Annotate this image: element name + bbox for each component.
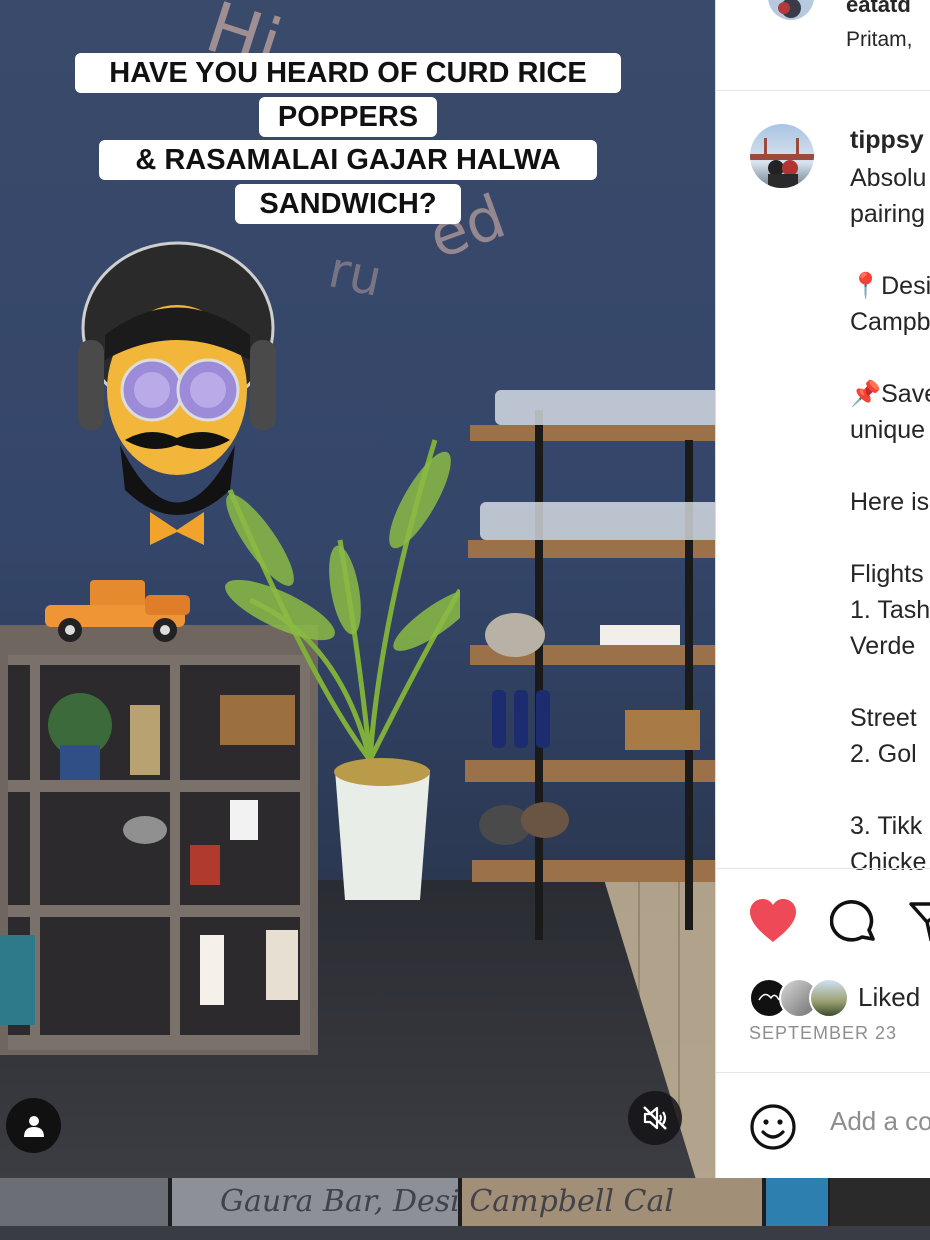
tagged-users-button[interactable] (6, 1098, 61, 1153)
caption-line: Absolu (850, 164, 927, 192)
mute-toggle-button[interactable] (628, 1091, 682, 1145)
caption-line: Campb (850, 308, 930, 336)
liked-by-text[interactable]: Liked (858, 982, 920, 1013)
speaker-muted-icon (643, 1106, 667, 1130)
reel-video[interactable]: Hi ed ru HAVE YOU HEARD OF CURD RICE POP… (0, 0, 715, 1178)
video-caption-line-3: & RASAMALAI GAJAR HALWA (99, 140, 597, 180)
liked-by-avatars[interactable] (749, 978, 853, 1018)
caption-line: unique (850, 416, 926, 444)
post-date[interactable]: SEPTEMBER 23 (749, 1023, 897, 1044)
caption-line (850, 232, 930, 268)
caption-line: 📌Save (850, 380, 930, 408)
author-avatar[interactable] (750, 124, 814, 188)
caption-line (850, 340, 930, 376)
caption-line: Street (850, 704, 917, 732)
video-caption-line-2: POPPERS (259, 97, 437, 137)
caption-line (850, 772, 930, 808)
heart-filled-icon[interactable] (748, 898, 798, 944)
caption-line: 2. Gol (850, 740, 917, 768)
caption-line: 3. Tikk (850, 812, 923, 840)
post-details-panel: eatatd Pritam, tippsy Absolu pairing 📍De… (715, 0, 930, 1178)
add-comment-input[interactable] (830, 1106, 930, 1137)
person-icon (23, 1115, 44, 1137)
caption-line: 📍Desi (850, 272, 930, 300)
caption-line (850, 520, 930, 556)
caption-line: 1. Tash (850, 596, 930, 624)
paper-plane-icon[interactable] (909, 900, 930, 944)
caption-line: Flights (850, 560, 924, 588)
smiley-icon[interactable] (749, 1103, 797, 1151)
strip-overlay-text: Gaura Bar, Desi Campbell Cal (220, 1184, 674, 1219)
thumbnail[interactable] (830, 1178, 930, 1226)
divider (716, 1072, 930, 1073)
thumbnail[interactable] (0, 1178, 168, 1226)
window-bottom-bar (0, 1226, 930, 1240)
video-caption-line-4: SANDWICH? (235, 184, 461, 224)
svg-text:ru: ru (324, 240, 387, 308)
caption-line: Chicke (850, 848, 927, 876)
metal-shelf (465, 390, 715, 940)
thumbnail[interactable] (766, 1178, 828, 1226)
top-comment-text: Pritam, (846, 28, 913, 51)
potted-palm (225, 439, 460, 900)
divider (716, 90, 930, 91)
caption-line: Verde (850, 632, 916, 660)
caption-line (850, 448, 930, 484)
video-caption-line-1: HAVE YOU HEARD OF CURD RICE (75, 53, 621, 93)
author-username[interactable]: tippsy (850, 126, 924, 155)
top-commenter-avatar[interactable] (768, 0, 814, 20)
caption-line: Here is (850, 488, 930, 516)
speech-bubble-icon[interactable] (830, 899, 878, 947)
divider (716, 868, 930, 869)
top-commenter-username[interactable]: eatatd (846, 0, 911, 18)
avatar[interactable] (809, 978, 849, 1018)
caption-line (850, 664, 930, 700)
toy-truck (45, 580, 190, 642)
post-caption: Absolu pairing 📍Desi Campb 📌Save unique … (850, 160, 930, 880)
caption-line: pairing (850, 200, 926, 228)
